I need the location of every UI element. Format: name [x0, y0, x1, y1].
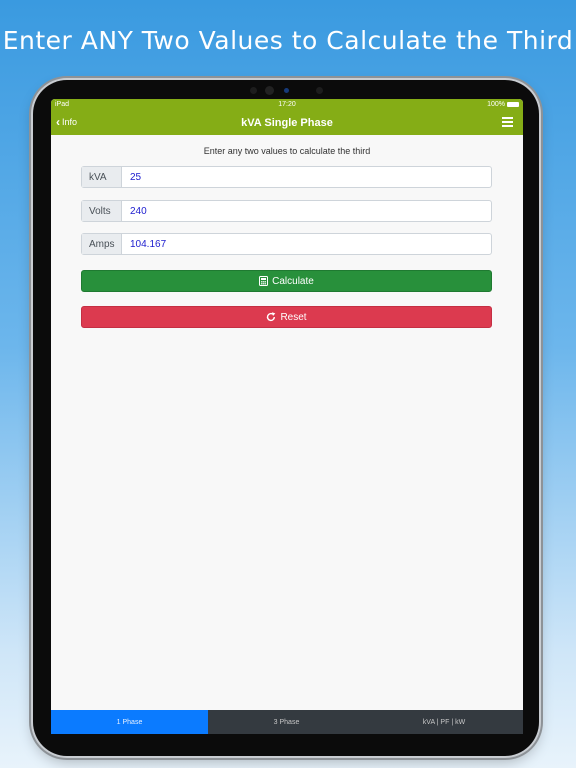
tab-3-phase[interactable]: 3 Phase	[208, 710, 365, 734]
tab-1-phase[interactable]: 1 Phase	[51, 710, 208, 734]
page-title: kVA Single Phase	[241, 117, 333, 129]
tab-bar: 1 Phase 3 Phase kVA | PF | kW	[51, 710, 523, 734]
kva-field[interactable]: kVA 25	[81, 166, 492, 188]
camera-sensor	[316, 87, 323, 94]
battery-percent: 100%	[487, 101, 505, 108]
kva-input[interactable]: 25	[122, 167, 491, 187]
app-screen: iPad 17:20 100% ‹ Info kVA Single Phase …	[51, 99, 523, 734]
calculate-label: Calculate	[272, 275, 314, 287]
amps-label: Amps	[82, 234, 122, 254]
nav-bar: iPad 17:20 100% ‹ Info kVA Single Phase	[51, 99, 523, 135]
status-bar: iPad 17:20 100%	[51, 99, 523, 111]
camera-sensor	[250, 87, 257, 94]
volts-input[interactable]: 240	[122, 201, 491, 221]
headline: Enter ANY Two Values to Calculate the Th…	[2, 26, 574, 55]
volts-field[interactable]: Volts 240	[81, 200, 492, 222]
volume-down-button	[539, 160, 542, 186]
status-time: 17:20	[278, 101, 296, 108]
reset-button[interactable]: Reset	[81, 306, 492, 328]
calculator-icon	[259, 276, 269, 286]
calculate-button[interactable]: Calculate	[81, 270, 492, 292]
reset-label: Reset	[280, 311, 307, 323]
instruction-text: Enter any two values to calculate the th…	[203, 146, 371, 156]
tab-kva-pf-kw[interactable]: kVA | PF | kW	[365, 710, 523, 734]
redo-icon	[267, 312, 276, 322]
kva-label: kVA	[82, 167, 122, 187]
volts-label: Volts	[82, 201, 122, 221]
battery-icon	[507, 102, 519, 107]
camera-lens	[265, 86, 274, 95]
amps-field[interactable]: Amps 104.167	[81, 233, 492, 255]
camera-indicator	[284, 88, 289, 93]
amps-input[interactable]: 104.167	[122, 234, 491, 254]
volume-up-button	[539, 130, 542, 156]
hamburger-menu-icon[interactable]	[502, 117, 513, 130]
